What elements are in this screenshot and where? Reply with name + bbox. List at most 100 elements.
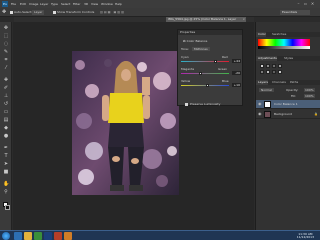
menu-image[interactable]: Image [29, 2, 38, 6]
eyedropper-tool-icon[interactable]: ⁄ [3, 65, 9, 71]
color-balance-icon[interactable] [272, 70, 276, 74]
ie-icon[interactable] [14, 232, 22, 240]
menu-3d[interactable]: 3D [84, 2, 88, 6]
preserve-luminosity-checkbox[interactable] [185, 103, 188, 106]
tone-label: Tone: [181, 47, 189, 51]
healing-brush-tool-icon[interactable]: ✚ [3, 77, 9, 83]
lasso-tool-icon[interactable]: ◌ [3, 41, 9, 47]
yellow-blue-value[interactable]: +10 [232, 83, 241, 87]
explorer-icon[interactable] [24, 232, 32, 240]
restore-icon[interactable]: ▫ [303, 1, 308, 6]
curves-icon[interactable] [272, 64, 276, 68]
tab-channels[interactable]: Channels [270, 80, 286, 85]
shape-tool-icon[interactable]: ■ [3, 169, 9, 175]
auto-select-label: Auto-Select: [14, 10, 33, 14]
menu-filter[interactable]: Filter [73, 2, 80, 6]
eye-icon[interactable]: ◉ [258, 112, 262, 116]
color-spectrum[interactable] [258, 39, 310, 46]
gradient-tool-icon[interactable]: ▤ [3, 117, 9, 123]
tab-color[interactable]: Color [256, 32, 266, 37]
tools-panel: ✥ ⬚ ◌ ✎ ⌗ ⁄ ✚ ✐ ⊥ ↺ ▭ ▤ ◆ ● ✒ T ➤ ■ ✋ ⚲ [0, 22, 12, 230]
app-taskbar-icon[interactable] [54, 232, 62, 240]
fill-value[interactable]: 100% [304, 94, 315, 98]
tab-layers[interactable]: Layers [256, 80, 268, 85]
tab-adjustments[interactable]: Adjustments [256, 56, 277, 61]
lock-icon: 🔒 [314, 112, 318, 116]
type-tool-icon[interactable]: T [3, 153, 9, 159]
menu-select[interactable]: Select [61, 2, 70, 6]
system-clock[interactable]: 11:30 AM 11/12/2013 [297, 233, 314, 239]
pen-tool-icon[interactable]: ✒ [3, 145, 9, 151]
levels-icon[interactable] [266, 64, 270, 68]
layer-thumbnail[interactable] [264, 111, 271, 118]
brush-tool-icon[interactable]: ✐ [3, 85, 9, 91]
dodge-tool-icon[interactable]: ● [3, 133, 9, 139]
menu-help[interactable]: Help [115, 2, 122, 6]
red-label: Red [222, 55, 228, 59]
checkbox-icon[interactable] [10, 10, 13, 14]
start-button-icon[interactable] [2, 232, 10, 240]
right-panel-dock: Color Swatches Adjustments Styles Layers… [255, 22, 320, 230]
magenta-green-slider[interactable] [181, 73, 229, 74]
tab-paths[interactable]: Paths [288, 80, 298, 85]
minimize-icon[interactable]: – [296, 1, 301, 6]
properties-panel-title[interactable]: Properties [178, 30, 242, 35]
path-select-tool-icon[interactable]: ➤ [3, 161, 9, 167]
cyan-red-slider[interactable] [181, 61, 229, 62]
menu-layer[interactable]: Layer [40, 2, 48, 6]
windows-taskbar: 11:30 AM 11/12/2013 [0, 230, 320, 240]
blend-mode-dropdown[interactable]: Normal [259, 88, 274, 92]
layer-name: Background [274, 112, 292, 116]
eraser-tool-icon[interactable]: ▭ [3, 109, 9, 115]
menu-window[interactable]: Window [101, 2, 113, 6]
hand-tool-icon[interactable]: ✋ [3, 181, 9, 187]
photoshop-logo: Ps [2, 1, 8, 7]
move-tool-icon[interactable]: ✥ [3, 25, 9, 31]
tone-dropdown[interactable]: Midtones [192, 47, 210, 51]
history-brush-tool-icon[interactable]: ↺ [3, 101, 9, 107]
quick-select-tool-icon[interactable]: ✎ [3, 49, 9, 55]
magenta-green-thumb[interactable] [198, 72, 202, 75]
photo-canvas[interactable] [72, 51, 179, 195]
layer-mask-thumbnail[interactable] [264, 101, 271, 108]
show-transform-checkbox[interactable]: Show Transform Controls [53, 10, 94, 15]
menu-type[interactable]: Type [51, 2, 58, 6]
crop-tool-icon[interactable]: ⌗ [3, 57, 9, 63]
brightness-icon[interactable] [260, 64, 264, 68]
move-tool-icon: ✥ [2, 9, 7, 15]
clone-stamp-tool-icon[interactable]: ⊥ [3, 93, 9, 99]
black-white-icon[interactable] [278, 70, 282, 74]
menu-edit[interactable]: Edit [20, 2, 26, 6]
layer-row[interactable]: ◉ Color Balance 1 [256, 100, 320, 109]
media-player-icon[interactable] [34, 232, 42, 240]
vibrance-icon[interactable] [260, 70, 264, 74]
layer-row[interactable]: ◉ Background 🔒 [256, 110, 320, 119]
app-taskbar-icon[interactable] [64, 232, 72, 240]
menu-file[interactable]: File [11, 2, 16, 6]
auto-select-checkbox[interactable]: Auto-Select: [10, 10, 32, 15]
align-icons[interactable]: ▥▤▦ ▣▧▨ [100, 10, 125, 15]
cyan-red-value[interactable]: +44 [232, 59, 241, 63]
hue-saturation-icon[interactable] [266, 70, 270, 74]
tab-styles[interactable]: Styles [282, 56, 293, 61]
auto-select-dropdown[interactable]: Layer [32, 10, 45, 15]
photoshop-taskbar-icon[interactable] [44, 232, 52, 240]
marquee-tool-icon[interactable]: ⬚ [3, 33, 9, 39]
photoshop-window: Ps File Edit Image Layer Type Select Fil… [0, 0, 320, 240]
eye-icon[interactable]: ◉ [258, 102, 262, 106]
greyscale-ramp[interactable] [258, 46, 310, 49]
close-icon[interactable]: ✕ [310, 1, 315, 6]
properties-panel: Properties ⚖ Color Balance Tone: Midtone… [177, 29, 243, 106]
checkbox-icon[interactable] [53, 10, 56, 14]
menu-view[interactable]: View [91, 2, 98, 6]
zoom-tool-icon[interactable]: ⚲ [3, 189, 9, 195]
background-color-swatch[interactable] [5, 205, 10, 210]
exposure-icon[interactable] [278, 64, 282, 68]
workspace-switcher[interactable]: Essentials [280, 10, 310, 15]
blur-tool-icon[interactable]: ◆ [3, 125, 9, 131]
tab-swatches[interactable]: Swatches [270, 32, 286, 37]
yellow-blue-thumb[interactable] [205, 84, 209, 87]
opacity-value[interactable]: 100% [304, 88, 315, 92]
magenta-green-value[interactable]: -20 [232, 71, 241, 75]
cyan-red-thumb[interactable] [214, 60, 218, 63]
